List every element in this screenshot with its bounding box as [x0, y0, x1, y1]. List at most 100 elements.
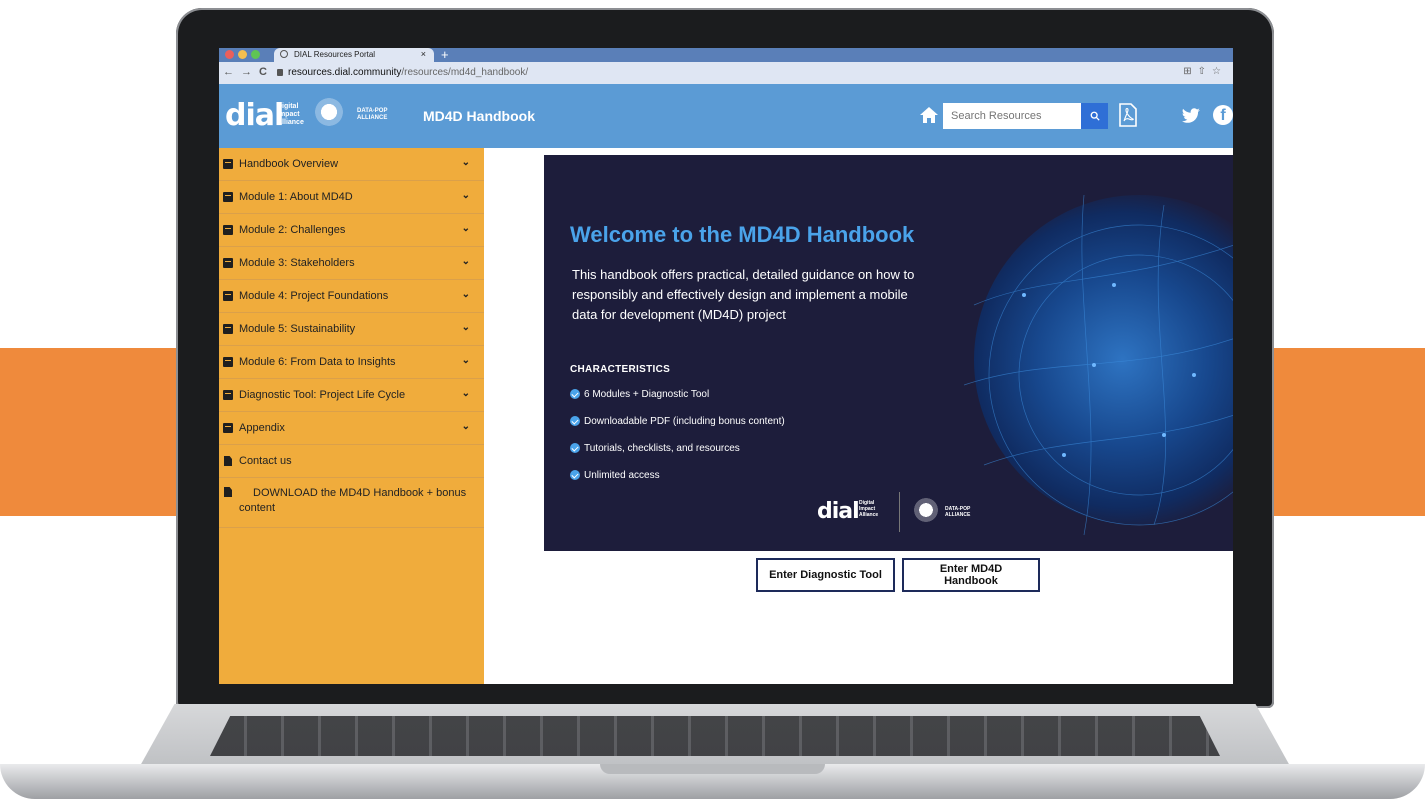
pdf-download-icon[interactable] [1119, 103, 1137, 127]
book-icon [223, 324, 233, 334]
browser-tab-strip: DIAL Resources Portal × + [219, 48, 1233, 62]
check-circle-icon [570, 416, 580, 426]
document-icon [224, 456, 232, 466]
twitter-icon[interactable] [1181, 108, 1201, 124]
logo-sub-line: Impact [277, 111, 300, 118]
characteristic-text: 6 Modules + Diagnostic Tool [584, 389, 710, 400]
book-icon [223, 291, 233, 301]
hero-description: This handbook offers practical, detailed… [572, 267, 915, 322]
sidebar-item-label: Module 2: Challenges [239, 224, 346, 236]
sidebar-item-module-5[interactable]: Module 5: Sustainability ⌄ [219, 313, 484, 346]
sidebar-item-module-1[interactable]: Module 1: About MD4D ⌄ [219, 181, 484, 214]
enter-handbook-button[interactable]: Enter MD4D Handbook [902, 558, 1040, 592]
characteristic-text: Tutorials, checklists, and resources [584, 443, 740, 454]
url-path: /resources/md4d_handbook/ [401, 67, 529, 78]
url-field[interactable]: resources.dial.community/resources/md4d_… [277, 67, 528, 78]
book-icon [223, 159, 233, 169]
site-title[interactable]: MD4D Handbook [423, 108, 535, 124]
search-button[interactable] [1081, 103, 1108, 129]
hero-data-pop-alliance-logo-icon [914, 498, 938, 522]
sidebar-item-label: Diagnostic Tool: Project Life Cycle [239, 389, 406, 401]
chevron-down-icon[interactable]: ⌄ [462, 157, 470, 168]
sidebar-item-label: Module 6: From Data to Insights [239, 356, 396, 368]
list-item: Tutorials, checklists, and resources [570, 442, 785, 469]
hero-dial-logo: dial [817, 499, 860, 524]
characteristic-text: Unlimited access [584, 470, 660, 481]
sidebar-item-download-handbook[interactable]: DOWNLOAD the MD4D Handbook + bonus conte… [219, 478, 484, 528]
book-icon [223, 390, 233, 400]
translate-icon[interactable]: ⊞ [1183, 66, 1197, 77]
partner-logo-line: ALLIANCE [945, 512, 971, 518]
tab-close-icon[interactable]: × [421, 49, 426, 59]
book-icon [223, 258, 233, 268]
chevron-down-icon[interactable]: ⌄ [462, 355, 470, 366]
book-icon [223, 192, 233, 202]
sidebar-item-diagnostic-tool[interactable]: Diagnostic Tool: Project Life Cycle ⌄ [219, 379, 484, 412]
new-tab-button[interactable]: + [441, 48, 449, 62]
data-pop-alliance-logo-icon [315, 98, 343, 126]
logo-sub-line: Alliance [859, 512, 879, 518]
book-icon [223, 423, 233, 433]
back-arrow-icon[interactable]: ← [223, 66, 234, 78]
chevron-down-icon[interactable]: ⌄ [462, 322, 470, 333]
dial-logo-subtitle: Digital Impact Alliance [277, 103, 304, 127]
chevron-down-icon[interactable]: ⌄ [462, 256, 470, 267]
chevron-down-icon[interactable]: ⌄ [462, 190, 470, 201]
check-circle-icon [570, 470, 580, 480]
minimize-window-dot[interactable] [238, 50, 247, 59]
sidebar-item-module-2[interactable]: Module 2: Challenges ⌄ [219, 214, 484, 247]
sidebar-item-contact-us[interactable]: Contact us [219, 445, 484, 478]
book-icon [223, 225, 233, 235]
close-window-dot[interactable] [225, 50, 234, 59]
hero-title: Welcome to the MD4D Handbook [570, 222, 915, 247]
sidebar-item-label: Module 5: Sustainability [239, 323, 356, 335]
sidebar-item-label: Appendix [239, 422, 285, 434]
logo-sub-line: Alliance [277, 119, 304, 126]
sidebar-item-module-4[interactable]: Module 4: Project Foundations ⌄ [219, 280, 484, 313]
check-circle-icon [570, 443, 580, 453]
characteristics-heading: CHARACTERISTICS [570, 364, 671, 375]
bookmark-star-icon[interactable]: ☆ [1212, 66, 1227, 77]
sidebar-item-label: Module 4: Project Foundations [239, 290, 389, 302]
sidebar-item-label: DOWNLOAD the MD4D Handbook + bonus conte… [239, 487, 467, 514]
enter-diagnostic-tool-button[interactable]: Enter Diagnostic Tool [756, 558, 895, 592]
chevron-down-icon[interactable]: ⌄ [462, 289, 470, 300]
network-lines-illustration [964, 194, 1233, 536]
home-icon[interactable] [919, 106, 939, 124]
tab-title: DIAL Resources Portal [294, 50, 376, 59]
url-host: resources.dial.community [288, 67, 402, 78]
sidebar-item-label: Module 3: Stakeholders [239, 257, 355, 269]
maximize-window-dot[interactable] [251, 50, 260, 59]
reload-icon[interactable]: C [259, 66, 267, 78]
list-item: 6 Modules + Diagnostic Tool [570, 388, 785, 415]
lock-icon [277, 69, 283, 76]
site-favicon-icon [280, 50, 288, 58]
chevron-down-icon[interactable]: ⌄ [462, 388, 470, 399]
share-icon[interactable]: ⇧ [1198, 66, 1212, 77]
list-item: Unlimited access [570, 469, 785, 496]
dial-logo[interactable]: dial [225, 98, 284, 133]
forward-arrow-icon[interactable]: → [241, 66, 252, 78]
search-input[interactable] [943, 103, 1081, 129]
hero-banner: Welcome to the MD4D Handbook This handbo… [544, 155, 1233, 551]
facebook-icon[interactable]: f [1213, 105, 1233, 125]
characteristics-list: 6 Modules + Diagnostic Tool Downloadable… [570, 388, 785, 496]
search-icon [1090, 111, 1100, 121]
sidebar-item-module-6[interactable]: Module 6: From Data to Insights ⌄ [219, 346, 484, 379]
address-bar-actions: ⊞⇧☆ [1183, 66, 1227, 77]
chevron-down-icon[interactable]: ⌄ [462, 421, 470, 432]
partner-logo-line: ALLIANCE [357, 115, 388, 121]
sidebar-item-handbook-overview[interactable]: Handbook Overview ⌄ [219, 148, 484, 181]
browser-tab[interactable]: DIAL Resources Portal × [274, 48, 434, 62]
logo-sub-line: Digital [277, 103, 299, 110]
sidebar-item-appendix[interactable]: Appendix ⌄ [219, 412, 484, 445]
sidebar-item-module-3[interactable]: Module 3: Stakeholders ⌄ [219, 247, 484, 280]
laptop-keyboard [210, 716, 1220, 756]
data-pop-alliance-logo-text: DATA-POP ALLIANCE [357, 108, 387, 122]
site-header: dial Digital Impact Alliance DATA-POP AL… [219, 84, 1233, 148]
sidebar-item-label: Contact us [239, 455, 292, 467]
book-icon [223, 357, 233, 367]
partner-logo-line: DATA-POP [357, 108, 388, 114]
sidebar-nav: Handbook Overview ⌄ Module 1: About MD4D… [219, 148, 484, 684]
chevron-down-icon[interactable]: ⌄ [462, 223, 470, 234]
